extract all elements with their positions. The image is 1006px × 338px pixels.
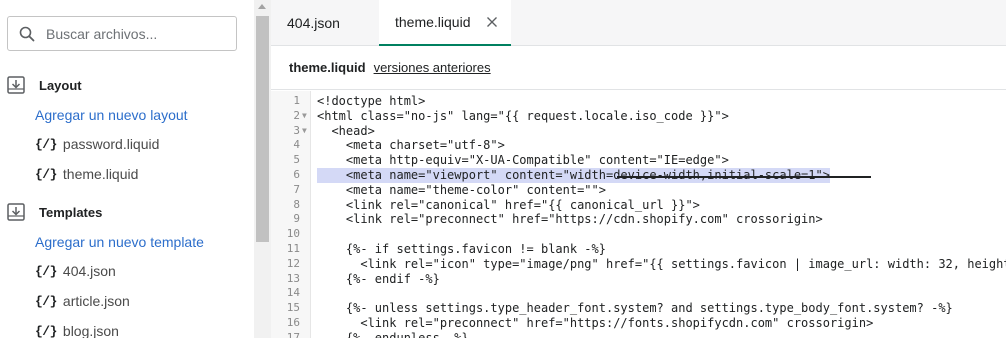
scrollbar-thumb[interactable] bbox=[256, 16, 269, 242]
liquid-file-icon: {/} bbox=[35, 166, 57, 182]
section-templates-header[interactable]: Templates bbox=[7, 202, 102, 222]
code-line[interactable]: 17 {%- endunless -%} bbox=[271, 331, 1006, 338]
file-item-404-json[interactable]: {/} 404.json bbox=[35, 261, 116, 281]
code-text[interactable]: {%- endunless -%} bbox=[317, 331, 469, 338]
code-text[interactable]: <link rel="preconnect" href="https://fon… bbox=[317, 316, 873, 331]
section-title: Templates bbox=[39, 204, 103, 220]
code-text[interactable]: <head> bbox=[317, 124, 374, 139]
code-text[interactable]: <meta charset="utf-8"> bbox=[317, 138, 505, 153]
code-text[interactable]: <link rel="preconnect" href="https://cdn… bbox=[317, 212, 823, 227]
section-title: Layout bbox=[39, 77, 82, 93]
line-number: 5 bbox=[293, 153, 300, 167]
line-number: 17 bbox=[286, 330, 300, 338]
scroll-up-arrow-icon[interactable] bbox=[258, 4, 266, 9]
code-line[interactable]: 12 <link rel="icon" type="image/png" hre… bbox=[271, 257, 1006, 272]
search-box[interactable] bbox=[7, 16, 237, 51]
fold-toggle-icon[interactable]: ▼ bbox=[302, 109, 307, 124]
line-number: 7 bbox=[293, 182, 300, 196]
search-input[interactable] bbox=[46, 17, 232, 50]
line-number: 11 bbox=[286, 241, 300, 255]
file-item-password-liquid[interactable]: {/} password.liquid bbox=[35, 134, 159, 154]
code-line[interactable]: 5 <meta http-equiv="X-UA-Compatible" con… bbox=[271, 153, 1006, 168]
file-name: password.liquid bbox=[62, 136, 160, 152]
file-name: 404.json bbox=[62, 263, 116, 279]
code-text[interactable]: {%- if settings.favicon != blank -%} bbox=[317, 242, 606, 257]
line-number: 14 bbox=[286, 286, 300, 300]
file-header: theme.liquid versiones anteriores bbox=[271, 46, 1006, 90]
current-file-name: theme.liquid bbox=[289, 60, 366, 75]
text-cursor-underline bbox=[617, 176, 871, 178]
code-text[interactable]: <!doctype html> bbox=[317, 94, 425, 109]
tab-label: theme.liquid bbox=[395, 14, 471, 30]
liquid-file-icon: {/} bbox=[35, 323, 57, 338]
code-line[interactable]: 11 {%- if settings.favicon != blank -%} bbox=[271, 242, 1006, 257]
line-number: 15 bbox=[286, 301, 300, 315]
tab-404-json[interactable]: 404.json bbox=[287, 0, 340, 46]
code-line[interactable]: 7 <meta name="theme-color" content=""> bbox=[271, 183, 1006, 198]
previous-versions-link[interactable]: versiones anteriores bbox=[374, 60, 491, 75]
code-lines[interactable]: 1 <!doctype html> 2 ▼ <html class="no-js" la… bbox=[271, 94, 1006, 338]
line-number: 2 bbox=[293, 108, 300, 122]
editor-panel: 404.json theme.liquid theme.liquid versi… bbox=[271, 0, 1006, 338]
line-number: 10 bbox=[286, 227, 300, 241]
code-line[interactable]: 1 <!doctype html> bbox=[271, 94, 1006, 109]
line-number: 16 bbox=[286, 315, 300, 329]
tab-theme-liquid[interactable]: theme.liquid bbox=[379, 0, 511, 46]
code-line[interactable]: 8 <link rel="canonical" href="{{ canonic… bbox=[271, 198, 1006, 213]
add-template-link[interactable]: Agregar un nuevo template bbox=[35, 234, 204, 250]
line-number: 4 bbox=[293, 138, 300, 152]
search-icon bbox=[19, 26, 35, 42]
code-line[interactable]: 4 <meta charset="utf-8"> bbox=[271, 138, 1006, 153]
code-line[interactable]: 13 {%- endif -%} bbox=[271, 272, 1006, 287]
code-line[interactable]: 16 <link rel="preconnect" href="https://… bbox=[271, 316, 1006, 331]
file-name: theme.liquid bbox=[62, 166, 139, 182]
line-number: 8 bbox=[293, 197, 300, 211]
close-icon[interactable] bbox=[486, 16, 498, 28]
code-line[interactable]: 9 <link rel="preconnect" href="https://c… bbox=[271, 212, 1006, 227]
line-number: 1 bbox=[293, 94, 300, 107]
file-sidebar: Layout Agregar un nuevo layout {/} passw… bbox=[0, 0, 254, 338]
tab-label: 404.json bbox=[287, 15, 340, 31]
file-item-theme-liquid[interactable]: {/} theme.liquid bbox=[35, 164, 138, 184]
code-line[interactable]: 15 {%- unless settings.type_header_font.… bbox=[271, 301, 1006, 316]
code-text[interactable]: <html class="no-js" lang="{{ request.loc… bbox=[317, 109, 729, 124]
file-name: blog.json bbox=[62, 323, 119, 338]
code-text[interactable]: <link rel="icon" type="image/png" href="… bbox=[317, 257, 1006, 272]
line-number: 6 bbox=[293, 167, 300, 181]
code-line[interactable]: 10 bbox=[271, 227, 1006, 242]
file-tabs: 404.json theme.liquid bbox=[271, 0, 1006, 46]
line-number: 3 bbox=[293, 123, 300, 137]
code-line[interactable]: 2 ▼ <html class="no-js" lang="{{ request.l… bbox=[271, 109, 1006, 124]
code-text[interactable]: {%- endif -%} bbox=[317, 272, 440, 287]
code-text[interactable]: <meta http-equiv="X-UA-Compatible" conte… bbox=[317, 153, 729, 168]
sidebar-scrollbar[interactable] bbox=[254, 0, 271, 338]
code-line[interactable]: 3 ▼ <head> bbox=[271, 124, 1006, 139]
liquid-file-icon: {/} bbox=[35, 136, 57, 152]
folder-download-icon bbox=[7, 76, 25, 94]
code-editor[interactable]: 1 <!doctype html> 2 ▼ <html class="no-js" la… bbox=[271, 91, 1006, 338]
liquid-file-icon: {/} bbox=[35, 263, 57, 279]
line-number: 12 bbox=[286, 256, 300, 270]
liquid-file-icon: {/} bbox=[35, 293, 57, 309]
file-item-blog-json[interactable]: {/} blog.json bbox=[35, 321, 119, 338]
code-line[interactable]: 14 bbox=[271, 286, 1006, 301]
folder-download-icon bbox=[7, 203, 25, 221]
add-layout-link[interactable]: Agregar un nuevo layout bbox=[35, 107, 188, 123]
section-layout-header[interactable]: Layout bbox=[7, 75, 82, 95]
code-text[interactable]: {%- unless settings.type_header_font.sys… bbox=[317, 301, 953, 316]
code-text[interactable]: <link rel="canonical" href="{{ canonical… bbox=[317, 198, 700, 213]
file-name: article.json bbox=[62, 293, 130, 309]
fold-toggle-icon[interactable]: ▼ bbox=[302, 124, 307, 139]
line-number: 9 bbox=[293, 212, 300, 226]
line-number: 13 bbox=[286, 271, 300, 285]
file-item-article-json[interactable]: {/} article.json bbox=[35, 291, 130, 311]
code-text[interactable]: <meta name="theme-color" content=""> bbox=[317, 183, 606, 198]
